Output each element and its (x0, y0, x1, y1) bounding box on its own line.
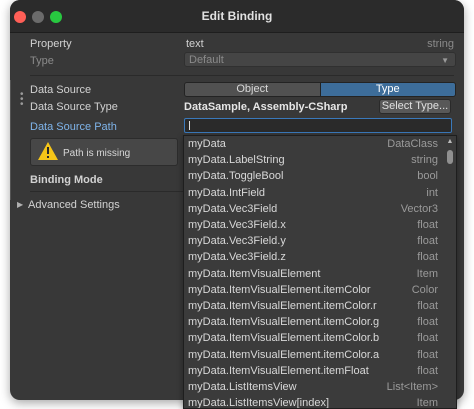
suggestion-path: myData.IntField (188, 186, 266, 199)
path-suggestion-item[interactable]: myData.IntField int (184, 185, 442, 201)
suggestion-path: myData.ItemVisualElement.itemColor.a (188, 348, 380, 361)
select-type-button[interactable]: Select Type... (379, 99, 451, 114)
type-dropdown[interactable]: Default ▼ (184, 52, 456, 67)
popup-scrollbar[interactable]: ▲ (446, 138, 454, 406)
property-value: text (186, 38, 204, 50)
advanced-settings-foldout[interactable]: Advanced Settings (28, 199, 120, 211)
path-suggestion-item[interactable]: myData.Vec3Field.y float (184, 233, 442, 249)
suggestion-path: myData.ListItemsView (188, 381, 297, 393)
text-caret (189, 121, 190, 130)
path-suggestion-item[interactable]: myData.ItemVisualElement.itemColor Color (184, 282, 442, 298)
type-label: Type (30, 55, 54, 67)
suggestion-type: Color (411, 283, 438, 296)
binding-mode-label: Binding Mode (30, 174, 103, 186)
scroll-up-icon[interactable]: ▲ (446, 138, 454, 146)
type-dropdown-value: Default (189, 54, 224, 66)
suggestion-type: Vector3 (400, 202, 438, 215)
property-type: string (427, 38, 454, 50)
suggestion-type: bool (417, 170, 438, 183)
path-suggestion-item[interactable]: myData.ItemVisualElement Item (184, 266, 442, 282)
suggestion-path: myData (188, 138, 226, 150)
drag-handle-icon[interactable]: • • • (20, 90, 24, 110)
path-suggestion-item[interactable]: myData.ItemVisualElement.itemColor.r floa… (184, 298, 442, 314)
suggestion-type: float (417, 300, 438, 312)
warning-triangle-icon (38, 142, 58, 160)
suggestion-type: List<Item> (386, 381, 438, 393)
path-suggestion-item[interactable]: myData.ListItemsView List<Item> (184, 379, 442, 395)
window-title: Edit Binding (201, 9, 273, 23)
path-suggestion-item[interactable]: myData DataClass (184, 136, 442, 152)
suggestion-path: myData.ItemVisualElement.itemColor (188, 283, 371, 296)
path-suggestion-item[interactable]: myData.Vec3Field Vector3 (184, 201, 442, 217)
path-suggestions-popup: myData DataClass myData.LabelString string m… (183, 135, 457, 409)
suggestion-path: myData.ItemVisualElement (188, 267, 321, 280)
data-source-type-button[interactable]: Type (320, 83, 455, 96)
suggestion-path: myData.ItemVisualElement.itemFloat (188, 364, 369, 377)
suggestion-type: float (417, 364, 438, 377)
separator (30, 75, 454, 76)
suggestion-type: string (411, 154, 438, 167)
suggestion-type: float (417, 219, 438, 231)
suggestion-path: myData.Vec3Field.y (188, 235, 286, 248)
suggestion-path: myData.Vec3Field.z (188, 251, 286, 264)
path-suggestion-item[interactable]: myData.Vec3Field.x float (184, 217, 442, 233)
suggestion-type: float (417, 348, 438, 361)
path-suggestion-item[interactable]: myData.ToggleBool bool (184, 168, 442, 184)
data-source-path-input[interactable] (184, 118, 452, 133)
path-suggestion-item[interactable]: myData.Vec3Field.z float (184, 249, 442, 265)
path-suggestion-item[interactable]: myData.ItemVisualElement.itemFloat float (184, 363, 442, 379)
suggestion-path: myData.Vec3Field (188, 202, 278, 215)
data-source-type-value: DataSample, Assembly-CSharp (184, 101, 348, 113)
path-missing-warning: Path is missing (30, 138, 178, 166)
suggestion-type: int (426, 186, 438, 199)
suggestion-path: myData.ItemVisualElement.itemColor.r (188, 300, 377, 312)
warning-message: Path is missing (63, 148, 131, 159)
path-suggestion-item[interactable]: myData.ItemVisualElement.itemColor.b floa… (184, 330, 442, 346)
inspector-divider (10, 80, 11, 200)
suggestion-type: float (417, 235, 438, 248)
path-suggestion-item[interactable]: myData.ItemVisualElement.itemColor.g floa… (184, 314, 442, 330)
chevron-down-icon: ▼ (441, 56, 449, 65)
suggestion-path: myData.ToggleBool (188, 170, 284, 183)
data-source-object-button[interactable]: Object (185, 83, 321, 96)
suggestion-type: float (417, 316, 438, 329)
suggestion-type: Item (416, 397, 438, 409)
property-label: Property (30, 38, 72, 50)
path-suggestion-item[interactable]: myData.LabelString string (184, 152, 442, 168)
data-source-label: Data Source (30, 84, 92, 96)
suggestion-path: myData.LabelString (188, 154, 285, 167)
data-source-path-label: Data Source Path (30, 121, 117, 133)
suggestion-type: DataClass (387, 138, 438, 150)
data-source-toggle: Object Type (184, 82, 456, 97)
title-bar: Edit Binding (10, 0, 464, 33)
suggestion-type: Item (416, 267, 438, 280)
suggestion-path: myData.ItemVisualElement.itemColor.g (188, 316, 380, 329)
data-source-type-label: Data Source Type (30, 101, 118, 113)
path-suggestion-item[interactable]: myData.ItemVisualElement.itemColor.a floa… (184, 347, 442, 363)
suggestion-path: myData.ItemVisualElement.itemColor.b (188, 332, 380, 345)
suggestion-path: myData.Vec3Field.x (188, 219, 286, 231)
suggestion-path: myData.ListItemsView[index] (188, 397, 330, 409)
path-suggestion-item[interactable]: myData.ListItemsView[index] Item (184, 395, 442, 409)
suggestion-type: float (417, 332, 438, 345)
scrollbar-thumb[interactable] (447, 150, 453, 164)
triangle-right-icon[interactable]: ▶ (17, 200, 23, 209)
suggestion-type: float (417, 251, 438, 264)
